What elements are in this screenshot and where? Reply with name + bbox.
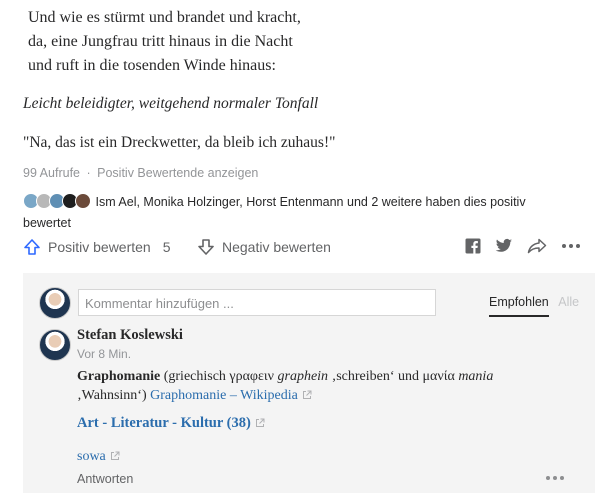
comments-section: Kommentar hinzufügen ... Empfohlen Alle … (23, 273, 595, 493)
upvoters-link[interactable]: Positiv Bewertende anzeigen (97, 166, 258, 180)
downvote-arrow-icon (198, 239, 214, 255)
comment-author[interactable]: Stefan Koslewski (77, 327, 183, 344)
poem-block: Und wie es stürmt und brandet und kracht… (28, 6, 301, 78)
comment-body: Graphomanie (griechisch γραφειν graphein… (77, 367, 547, 405)
twitter-icon[interactable] (495, 238, 513, 254)
more-icon[interactable] (561, 243, 581, 249)
tab-all[interactable]: Alle (558, 295, 579, 309)
comment-sort-tabs: Empfohlen Alle (489, 295, 579, 317)
upvoter-avatars[interactable] (23, 193, 91, 214)
art-literatur-link-row: Art - Literatur - Kultur (38) (77, 415, 265, 432)
poem-line: Und wie es stürmt und brandet und kracht… (28, 9, 301, 26)
sowa-link-row: sowa (77, 449, 120, 465)
share-icons (465, 238, 581, 254)
comment-author-avatar[interactable] (39, 329, 71, 361)
upvote-count: 5 (162, 239, 171, 255)
downvote-label: Negativ bewerten (222, 239, 331, 255)
action-bar: Positiv bewerten 5 Negativ bewerten (23, 238, 585, 262)
views-count: 99 Aufrufe (23, 166, 80, 180)
downvote-button[interactable]: Negativ bewerten (197, 238, 331, 256)
comment-text: ‚schreiben‘ und μανία (328, 369, 459, 384)
sowa-link[interactable]: sowa (77, 449, 106, 464)
comment-input[interactable]: Kommentar hinzufügen ... (78, 289, 436, 316)
wikipedia-link[interactable]: Graphomanie – Wikipedia (150, 388, 298, 403)
tab-recommended[interactable]: Empfohlen (489, 295, 549, 317)
quote-line: "Na, das ist ein Dreckwetter, da bleib i… (23, 134, 336, 151)
italic-line: Leicht beleidigter, weitgehend normaler … (23, 95, 319, 112)
upvote-button[interactable]: Positiv bewerten 5 (23, 238, 171, 256)
avatar[interactable] (75, 193, 91, 209)
comment-text-italic: mania (458, 369, 494, 384)
poem-line: und ruft in die tosenden Winde hinaus: (28, 57, 276, 74)
poem-line: da, eine Jungfrau tritt hinaus in die Na… (28, 33, 293, 50)
upvote-label: Positiv bewerten (48, 239, 151, 255)
external-link-icon (255, 418, 265, 427)
comment-more-icon[interactable] (545, 475, 565, 481)
external-link-icon (110, 451, 120, 460)
separator: · (86, 166, 91, 180)
comment-text: ‚Wahnsinn‘) (77, 388, 151, 403)
upvote-arrow-icon (24, 239, 40, 255)
comment-text-italic: graphein (277, 369, 329, 384)
facebook-icon[interactable] (465, 238, 481, 254)
current-user-avatar (39, 287, 71, 319)
reply-button[interactable]: Antworten (77, 472, 133, 486)
comment-text: (griechisch γραφειν (160, 369, 278, 384)
external-link-icon (302, 390, 312, 399)
views-row: 99 Aufrufe · Positiv Bewertende anzeigen (23, 166, 258, 180)
art-literatur-link[interactable]: Art - Literatur - Kultur (38) (77, 415, 251, 431)
comment-bold-term: Graphomanie (77, 369, 161, 384)
comment-timestamp[interactable]: Vor 8 Min. (77, 347, 131, 361)
share-icon[interactable] (527, 238, 547, 254)
upvoters-text[interactable]: Ism Ael, Monika Holzinger, Horst Entenma… (23, 195, 526, 230)
upvoters-row: Ism Ael, Monika Holzinger, Horst Entenma… (23, 193, 563, 232)
